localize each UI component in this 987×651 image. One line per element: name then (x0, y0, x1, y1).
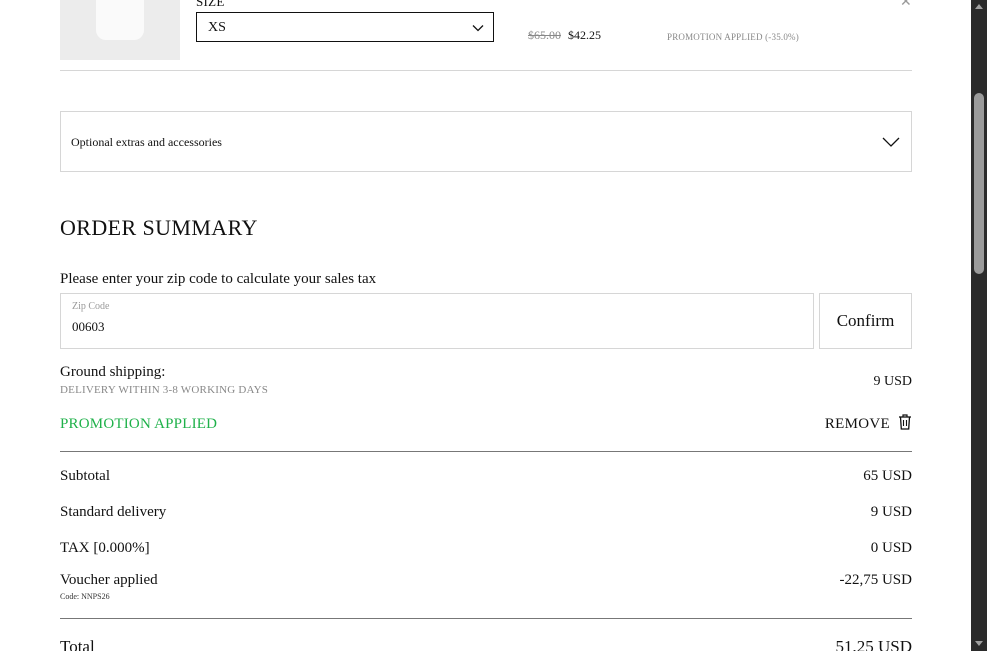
size-select[interactable]: XS (196, 12, 494, 42)
original-price: $65.00 (528, 28, 561, 42)
close-icon[interactable]: ✕ (900, 0, 912, 11)
vertical-scrollbar[interactable] (971, 0, 987, 651)
zip-prompt: Please enter your zip code to calculate … (60, 271, 377, 287)
divider (60, 70, 912, 71)
product-image (96, 0, 144, 40)
zip-code-field[interactable]: Zip Code (60, 293, 814, 349)
total-value: 51,25 USD (835, 637, 912, 651)
tax-label: TAX [0.000%] (60, 540, 150, 556)
scroll-down-arrow-icon[interactable] (975, 641, 983, 646)
subtotal-label: Subtotal (60, 468, 111, 484)
remove-label: REMOVE (824, 416, 890, 432)
trash-icon (898, 414, 912, 435)
delivery-label: Standard delivery (60, 504, 167, 520)
total-divider (60, 618, 912, 619)
delivery-value: 9 USD (870, 504, 912, 520)
scroll-up-arrow-icon[interactable] (975, 4, 983, 9)
voucher-label: Voucher applied (60, 572, 158, 588)
size-label: SIZE (196, 0, 225, 9)
remove-promotion-button[interactable]: REMOVE (825, 414, 912, 435)
item-promotion-note: PROMOTION APPLIED (-35.0%) (667, 32, 799, 42)
extras-accordion-label: Optional extras and accessories (71, 135, 222, 149)
voucher-value: -22,75 USD (839, 572, 912, 588)
scrollbar-thumb[interactable] (974, 93, 984, 274)
promotion-applied-label: PROMOTION APPLIED (60, 416, 218, 432)
extras-accordion[interactable]: Optional extras and accessories (60, 111, 912, 172)
shipping-delivery-note: DELIVERY WITHIN 3-8 WORKING DAYS (60, 384, 269, 396)
chevron-down-icon (882, 135, 900, 153)
shipping-price: 9 USD (873, 374, 912, 389)
shipping-method-label: Ground shipping: (60, 364, 166, 380)
cart-page: SIZE XS $65.00 $42.25 PROMOTION APPLIED … (0, 0, 971, 651)
subtotal-value: 65 USD (863, 468, 912, 484)
zip-code-label: Zip Code (72, 301, 110, 312)
product-thumbnail[interactable] (60, 0, 180, 60)
sale-price: $42.25 (568, 28, 601, 42)
size-select-value: XS (208, 20, 226, 35)
zip-code-input[interactable] (72, 317, 772, 337)
confirm-button[interactable]: Confirm (819, 293, 912, 349)
total-label: Total (60, 637, 95, 651)
order-summary-title: ORDER SUMMARY (60, 215, 258, 240)
chevron-down-icon (472, 21, 484, 39)
tax-value: 0 USD (870, 540, 912, 556)
voucher-code: Code: NNPS26 (60, 592, 110, 601)
summary-divider (60, 451, 912, 452)
